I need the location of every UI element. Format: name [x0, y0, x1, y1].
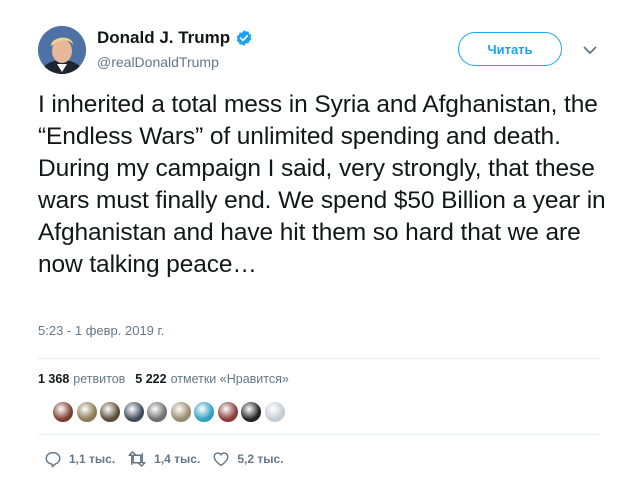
liker-avatar-5[interactable]	[146, 401, 168, 423]
retweet-count: 1 368	[38, 372, 70, 386]
avatar-portrait-icon	[38, 26, 86, 74]
liker-avatar-3[interactable]	[99, 401, 121, 423]
like-count: 5 222	[135, 372, 167, 386]
liker-avatar-2[interactable]	[75, 401, 98, 423]
liker-avatar-6[interactable]	[169, 401, 192, 423]
retweet-icon	[128, 451, 146, 467]
retweet-action-count: 1,4 тыс.	[154, 452, 201, 466]
author-name-row[interactable]: Donald J. Trump	[97, 28, 253, 48]
heart-icon	[213, 452, 229, 467]
author-avatar[interactable]	[38, 26, 86, 74]
liker-avatar-1[interactable]	[52, 401, 74, 423]
verified-badge-icon	[235, 29, 253, 47]
like-stat-label: отметки «Нравится»	[170, 372, 289, 386]
liker-avatar-8[interactable]	[216, 401, 239, 423]
retweet-stat-label: ретвитов	[73, 372, 126, 386]
tweet-stats: 1 368 ретвитов 5 222 отметки «Нравится»	[38, 372, 289, 386]
chevron-down-icon[interactable]	[582, 42, 598, 58]
likers-avatar-list	[52, 401, 287, 423]
author-handle[interactable]: @realDonaldTrump	[97, 54, 219, 70]
liker-avatar-4[interactable]	[122, 401, 145, 423]
liker-avatar-9[interactable]	[240, 401, 262, 423]
like-stat[interactable]: 5 222 отметки «Нравится»	[135, 372, 289, 386]
follow-button[interactable]: Читать	[458, 32, 562, 66]
tweet-text: I inherited a total mess in Syria and Af…	[38, 91, 606, 278]
like-action-count: 5,2 тыс.	[237, 452, 284, 466]
tweet-timestamp[interactable]: 5:23 - 1 февр. 2019 г.	[38, 323, 164, 338]
retweet-button[interactable]: 1,4 тыс.	[127, 450, 200, 468]
author-display-name[interactable]: Donald J. Trump	[97, 28, 230, 48]
divider	[38, 358, 600, 359]
divider	[38, 434, 600, 435]
retweet-stat[interactable]: 1 368 ретвитов	[38, 372, 125, 386]
liker-avatar-10[interactable]	[263, 401, 286, 423]
reply-icon	[45, 451, 61, 468]
liker-avatar-7[interactable]	[193, 401, 215, 423]
reply-button[interactable]: 1,1 тыс.	[44, 450, 115, 468]
tweet-card: Donald J. Trump @realDonaldTrump Читать …	[0, 0, 637, 481]
like-button[interactable]: 5,2 тыс.	[212, 450, 283, 468]
tweet-actions: 1,1 тыс. 1,4 тыс. 5,2 тыс.	[44, 450, 295, 468]
reply-count: 1,1 тыс.	[69, 452, 116, 466]
